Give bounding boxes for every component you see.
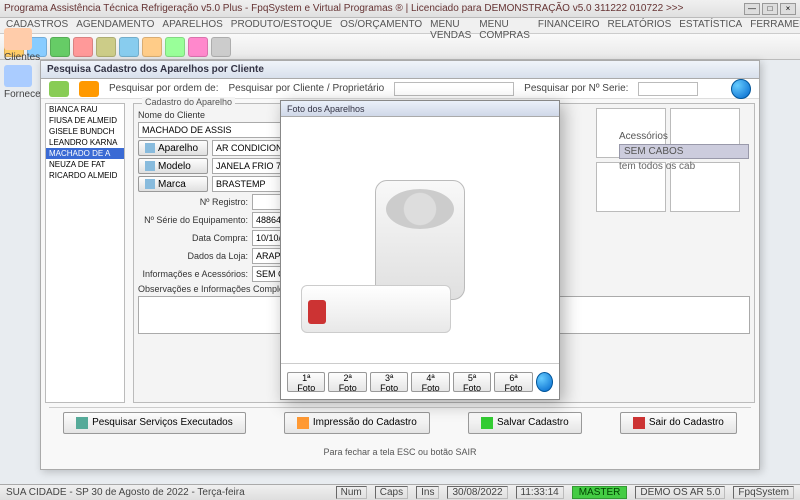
foto-6-button[interactable]: 6ª Foto <box>494 372 532 392</box>
status-fpq: FpqSystem <box>733 486 794 499</box>
menu-item[interactable]: APARELHOS <box>162 19 222 32</box>
list-item[interactable]: BIANCA RAU <box>46 104 124 115</box>
menu-item[interactable]: FERRAMENTAS <box>750 19 800 32</box>
photo-canvas <box>281 117 559 363</box>
photo-modal: Foto dos Aparelhos 1ª Foto 2ª Foto 3ª Fo… <box>280 100 560 400</box>
clientes-label: Clientes <box>4 52 36 63</box>
toolbar-icon[interactable] <box>73 37 93 57</box>
foto-2-button[interactable]: 2ª Foto <box>328 372 366 392</box>
acessorios-label: Acessórios <box>619 131 749 142</box>
toolbar-icon[interactable] <box>119 37 139 57</box>
search-label: Pesquisar por ordem de: <box>109 83 219 94</box>
statusbar: SUA CIDADE - SP 30 de Agosto de 2022 - T… <box>0 484 800 500</box>
list-item[interactable]: NEUZA DE FAT <box>46 159 124 170</box>
search-go-icon[interactable] <box>731 79 751 99</box>
menu-item[interactable]: AGENDAMENTO <box>76 19 154 32</box>
acessorios-row: tem todos os cab <box>619 161 749 172</box>
salvar-button[interactable]: Salvar Cadastro <box>468 412 582 434</box>
window-title: Programa Assistência Técnica Refrigeraçã… <box>4 3 744 14</box>
foto-3-button[interactable]: 3ª Foto <box>370 372 408 392</box>
ac-indoor-image <box>301 285 451 333</box>
main-toolbar <box>0 34 800 60</box>
fornece-label: Fornece <box>4 89 36 100</box>
status-time: 11:33:14 <box>516 486 564 499</box>
nome-cliente-label: Nome do Cliente <box>138 110 205 120</box>
servicos-button[interactable]: Pesquisar Serviços Executados <box>63 412 246 434</box>
foto-4-button[interactable]: 4ª Foto <box>411 372 449 392</box>
toolbar-icon[interactable] <box>50 37 70 57</box>
aparelho-button[interactable]: Aparelho <box>138 140 208 156</box>
menu-item[interactable]: FINANCEIRO <box>538 19 600 32</box>
search-serial-input[interactable] <box>638 82 698 96</box>
status-city: SUA CIDADE - SP 30 de Agosto de 2022 - T… <box>6 487 245 498</box>
menu-item[interactable]: OS/ORÇAMENTO <box>340 19 422 32</box>
hint-text: Para fechar a tela ESC ou botão SAIR <box>41 447 759 457</box>
menu-item[interactable]: MENU VENDAS <box>430 19 471 32</box>
status-caps: Caps <box>375 486 408 499</box>
list-item[interactable]: MACHADO DE A <box>46 148 124 159</box>
toolbar-icon[interactable] <box>188 37 208 57</box>
list-item[interactable]: RICARDO ALMEID <box>46 170 124 181</box>
menu-item[interactable]: RELATÓRIOS <box>608 19 672 32</box>
minimize-button[interactable]: — <box>744 3 760 15</box>
sair-button[interactable]: Sair do Cadastro <box>620 412 737 434</box>
list-item[interactable]: LEANDRO KARNA <box>46 137 124 148</box>
photo-modal-title: Foto dos Aparelhos <box>281 101 559 117</box>
modelo-button[interactable]: Modelo <box>138 158 208 174</box>
maximize-button[interactable]: □ <box>762 3 778 15</box>
menu-item[interactable]: ESTATÍSTICA <box>679 19 742 32</box>
impress-button[interactable]: Impressão do Cadastro <box>284 412 430 434</box>
info-label: Informações e Acessórios: <box>138 269 248 279</box>
fornece-icon[interactable] <box>4 65 32 87</box>
search-serial-label: Pesquisar por Nº Serie: <box>524 83 628 94</box>
toolbar-icon[interactable] <box>96 37 116 57</box>
toolbar-icon[interactable] <box>165 37 185 57</box>
status-master: MASTER <box>572 486 628 499</box>
close-button[interactable]: × <box>780 3 796 15</box>
list-item[interactable]: GISELE BUNDCH <box>46 126 124 137</box>
menubar: CADASTROS AGENDAMENTO APARELHOS PRODUTO/… <box>0 18 800 34</box>
client-list[interactable]: BIANCA RAU FIUSA DE ALMEID GISELE BUNDCH… <box>45 103 125 403</box>
photo-go-icon[interactable] <box>536 372 553 392</box>
datacompra-label: Data Compra: <box>138 233 248 243</box>
form-legend: Cadastro do Aparelho <box>142 97 235 107</box>
ac-outdoor-image <box>375 180 465 300</box>
list-item[interactable]: FIUSA DE ALMEID <box>46 115 124 126</box>
foto-1-button[interactable]: 1ª Foto <box>287 372 325 392</box>
foto-5-button[interactable]: 5ª Foto <box>453 372 491 392</box>
search-owner-label: Pesquisar por Cliente / Proprietário <box>229 83 385 94</box>
menu-item[interactable]: PRODUTO/ESTOQUE <box>231 19 332 32</box>
loja-label: Dados da Loja: <box>138 251 248 261</box>
new-icon[interactable] <box>49 81 69 97</box>
acessorios-panel: Acessórios SEM CABOS tem todos os cab <box>619 131 749 172</box>
panel-title: Pesquisa Cadastro dos Aparelhos por Clie… <box>47 64 264 75</box>
marca-button[interactable]: Marca <box>138 176 208 192</box>
status-demo: DEMO OS AR 5.0 <box>635 486 725 499</box>
toolbar-icon[interactable] <box>142 37 162 57</box>
search-owner-input[interactable] <box>394 82 514 96</box>
menu-item[interactable]: MENU COMPRAS <box>479 19 530 32</box>
acessorios-value: SEM CABOS <box>619 144 749 159</box>
edit-icon[interactable] <box>79 81 99 97</box>
toolbar-icon[interactable] <box>211 37 231 57</box>
clientes-icon[interactable] <box>4 28 32 50</box>
status-num: Num <box>336 486 367 499</box>
status-date: 30/08/2022 <box>447 486 507 499</box>
registro-label: Nº Registro: <box>138 197 248 207</box>
serie-label: Nº Série do Equipamento: <box>138 215 248 225</box>
status-ins: Ins <box>416 486 439 499</box>
